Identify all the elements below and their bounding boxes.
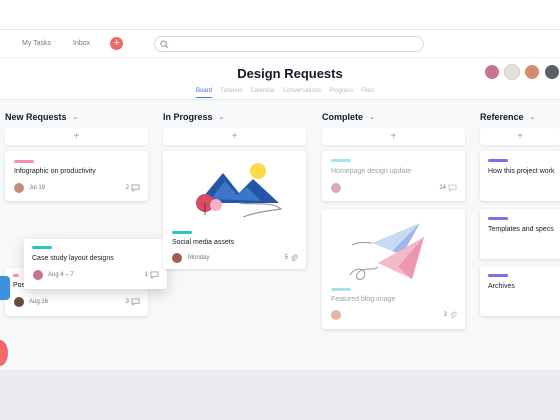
task-card[interactable]: Social media assets Monday 5 <box>163 151 306 269</box>
tag-pink <box>14 160 34 163</box>
top-bar: My Tasks Inbox + <box>0 30 560 58</box>
task-card[interactable]: Archives <box>480 266 560 316</box>
tab-progress[interactable]: Progress <box>329 88 353 98</box>
avatar[interactable] <box>484 64 500 80</box>
avatar[interactable] <box>544 64 560 80</box>
mountain-illustration <box>196 163 283 218</box>
nav-my-tasks[interactable]: My Tasks <box>22 40 51 47</box>
comment-count: 1 <box>145 271 159 279</box>
column-title: Reference <box>480 112 524 122</box>
card-title: How this project work <box>488 168 555 175</box>
column-header-new-requests[interactable]: New Requests ⌄ <box>5 112 78 122</box>
member-avatars <box>484 64 560 80</box>
avatar <box>0 276 10 300</box>
avatar[interactable] <box>504 64 520 80</box>
comment-icon <box>448 184 457 192</box>
tab-conversations[interactable]: Conversations <box>283 88 321 98</box>
comment-count: 3 <box>126 298 140 306</box>
chevron-down-icon[interactable]: ⌄ <box>219 113 225 121</box>
task-card[interactable]: How this project work <box>480 151 560 201</box>
add-task-button[interactable]: + <box>163 128 306 145</box>
avatar <box>172 253 182 263</box>
task-card[interactable]: Infographic on productivity Jul 19 2 <box>5 151 148 201</box>
card-title: Case study layout designs <box>32 255 114 262</box>
dragging-task-card[interactable]: Case study layout designs Aug 4 – 7 1 <box>24 239 167 289</box>
paperclip-icon <box>450 311 457 319</box>
tag-pink <box>13 274 19 277</box>
card-title: Archives <box>488 283 515 290</box>
task-card[interactable]: Templates and specs <box>480 209 560 259</box>
card-title: Featured blog image <box>331 296 396 303</box>
tab-board[interactable]: Board <box>196 88 213 98</box>
tab-files[interactable]: Files <box>361 88 374 98</box>
column-title: In Progress <box>163 112 213 122</box>
column-header-reference[interactable]: Reference ⌄ <box>480 112 535 122</box>
avatar <box>14 297 24 307</box>
quick-add-button[interactable]: + <box>110 37 124 50</box>
project-tabs: Board Timeline Calendar Conversations Pr… <box>196 88 374 98</box>
due-date: Jul 19 <box>29 185 46 191</box>
chevron-down-icon[interactable]: ⌄ <box>73 113 79 121</box>
attachment-count: 3 <box>444 311 457 319</box>
nav-inbox[interactable]: Inbox <box>73 40 90 47</box>
tag-teal <box>172 231 192 234</box>
avatar <box>33 270 43 280</box>
comment-icon <box>150 271 159 279</box>
tag-teal <box>32 246 52 249</box>
attachment-count: 5 <box>285 254 298 262</box>
search-icon <box>160 40 169 49</box>
due-date: Aug 16 <box>29 299 49 305</box>
comment-icon <box>131 298 140 306</box>
tag-teal <box>331 288 351 291</box>
comment-count: 14 <box>439 184 457 192</box>
tag-teal <box>331 159 351 162</box>
paperclip-icon <box>291 254 298 262</box>
page-title: Design Requests <box>237 66 343 81</box>
due-date: Monday <box>188 255 210 261</box>
tab-calendar[interactable]: Calendar <box>250 88 274 98</box>
column-title: New Requests <box>5 112 67 122</box>
avatar <box>331 183 341 193</box>
tag-purple <box>488 159 508 162</box>
window-chrome <box>0 0 560 30</box>
add-task-button[interactable]: + <box>322 128 465 145</box>
column-title: Complete <box>322 112 364 122</box>
avatar <box>331 310 341 320</box>
decorative-shape <box>0 340 8 366</box>
tag-purple <box>488 217 508 220</box>
chevron-down-icon[interactable]: ⌄ <box>369 113 375 121</box>
comment-icon <box>131 184 140 192</box>
task-card[interactable]: Homepage design update 14 <box>322 151 465 201</box>
chevron-down-icon[interactable]: ⌄ <box>530 113 536 121</box>
card-title: Homepage design update <box>331 168 412 175</box>
task-card[interactable]: Featured blog image 3 <box>322 209 465 329</box>
project-header: Design Requests Board Timeline Calendar … <box>0 58 560 100</box>
add-task-button[interactable]: + <box>5 128 148 145</box>
paper-plane-illustration <box>349 223 424 280</box>
avatar <box>14 183 24 193</box>
app-window: My Tasks Inbox + Design Requests Board T… <box>0 0 560 370</box>
card-title: Infographic on productivity <box>14 168 96 175</box>
avatar[interactable] <box>524 64 540 80</box>
card-title: Templates and specs <box>488 226 554 233</box>
column-header-in-progress[interactable]: In Progress ⌄ <box>163 112 224 122</box>
add-task-button[interactable]: + <box>480 128 560 145</box>
tag-purple <box>488 274 508 277</box>
search-input[interactable] <box>154 36 424 52</box>
comment-count: 2 <box>126 184 140 192</box>
due-date: Aug 4 – 7 <box>48 272 74 278</box>
column-header-complete[interactable]: Complete ⌄ <box>322 112 375 122</box>
tab-timeline[interactable]: Timeline <box>220 88 242 98</box>
card-title: Social media assets <box>172 239 235 246</box>
